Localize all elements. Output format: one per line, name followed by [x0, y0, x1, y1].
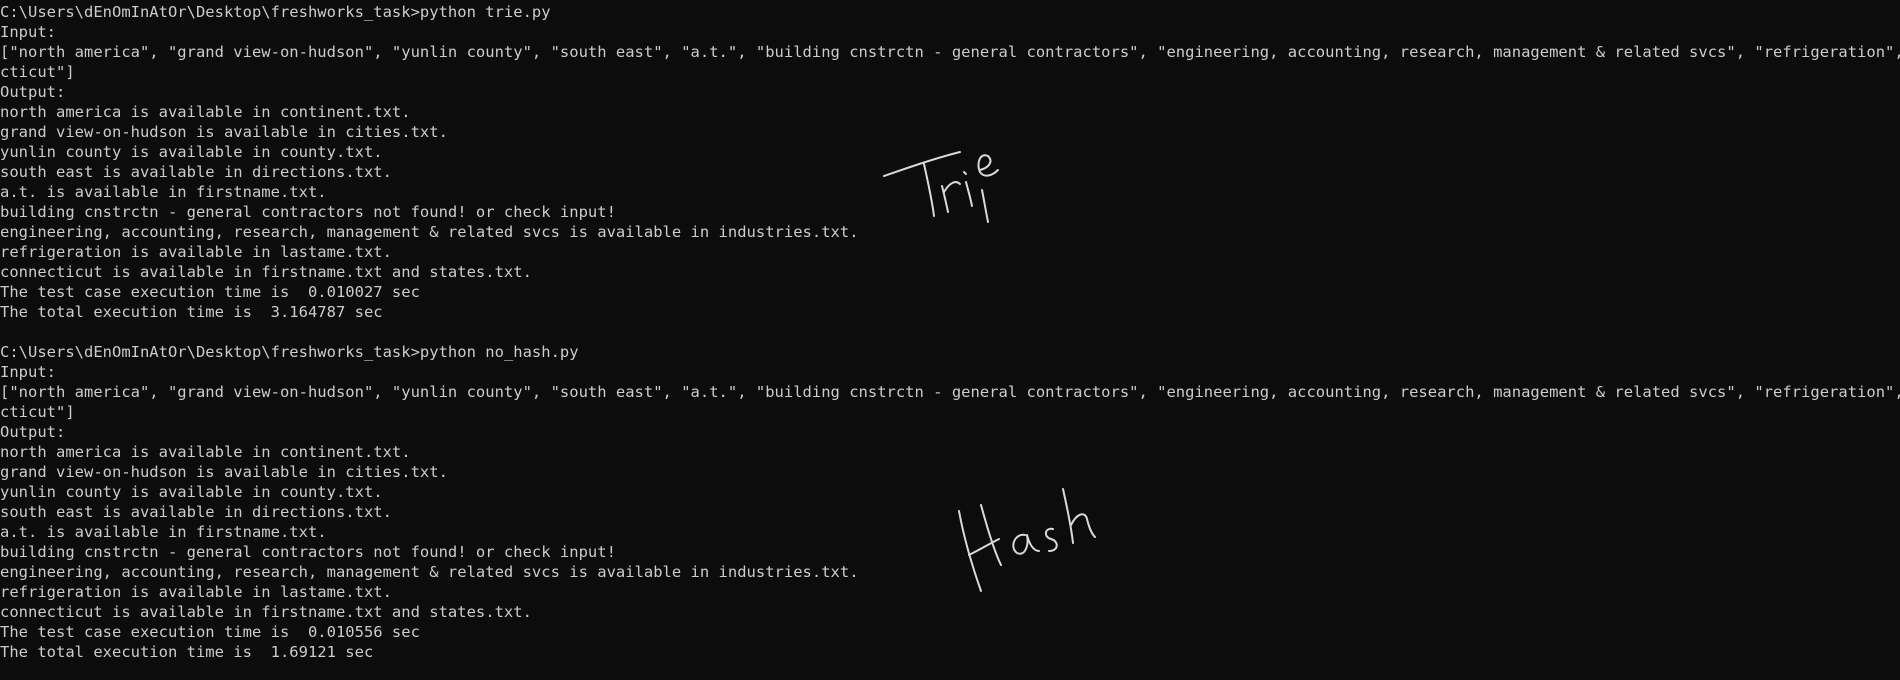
input-list-line-wrap: cticut"]	[0, 63, 75, 81]
output-line: yunlin county is available in county.txt…	[0, 143, 383, 161]
output-line: connecticut is available in firstname.tx…	[0, 263, 532, 281]
input-label: Input:	[0, 23, 56, 41]
output-line: connecticut is available in firstname.tx…	[0, 603, 532, 621]
input-list-line: ["north america", "grand view-on-hudson"…	[0, 383, 1900, 401]
output-line: a.t. is available in firstname.txt.	[0, 523, 327, 541]
output-label: Output:	[0, 423, 66, 441]
output-line: refrigeration is available in lastame.tx…	[0, 583, 392, 601]
output-line: south east is available in directions.tx…	[0, 503, 392, 521]
total-execution-time: The total execution time is 1.69121 sec	[0, 643, 374, 661]
output-line: grand view-on-hudson is available in cit…	[0, 463, 448, 481]
output-line: a.t. is available in firstname.txt.	[0, 183, 327, 201]
input-list-line: ["north america", "grand view-on-hudson"…	[0, 43, 1900, 61]
output-line: north america is available in continent.…	[0, 103, 411, 121]
output-line: grand view-on-hudson is available in cit…	[0, 123, 448, 141]
output-line: north america is available in continent.…	[0, 443, 411, 461]
test-case-time: The test case execution time is 0.010027…	[0, 283, 420, 301]
test-case-time: The test case execution time is 0.010556…	[0, 623, 420, 641]
output-line: south east is available in directions.tx…	[0, 163, 392, 181]
terminal-window[interactable]: C:\Users\dEnOmInAtOr\Desktop\freshworks_…	[0, 0, 1900, 680]
output-label: Output:	[0, 83, 66, 101]
command-prompt: C:\Users\dEnOmInAtOr\Desktop\freshworks_…	[0, 3, 551, 21]
output-line: yunlin county is available in county.txt…	[0, 483, 383, 501]
input-label: Input:	[0, 363, 56, 381]
output-line: engineering, accounting, research, manag…	[0, 563, 859, 581]
output-line: engineering, accounting, research, manag…	[0, 223, 859, 241]
total-execution-time: The total execution time is 3.164787 sec	[0, 303, 383, 321]
input-list-line-wrap: cticut"]	[0, 403, 75, 421]
command-prompt: C:\Users\dEnOmInAtOr\Desktop\freshworks_…	[0, 343, 579, 361]
output-line: building cnstrctn - general contractors …	[0, 203, 616, 221]
output-line: refrigeration is available in lastame.tx…	[0, 243, 392, 261]
output-line: building cnstrctn - general contractors …	[0, 543, 616, 561]
